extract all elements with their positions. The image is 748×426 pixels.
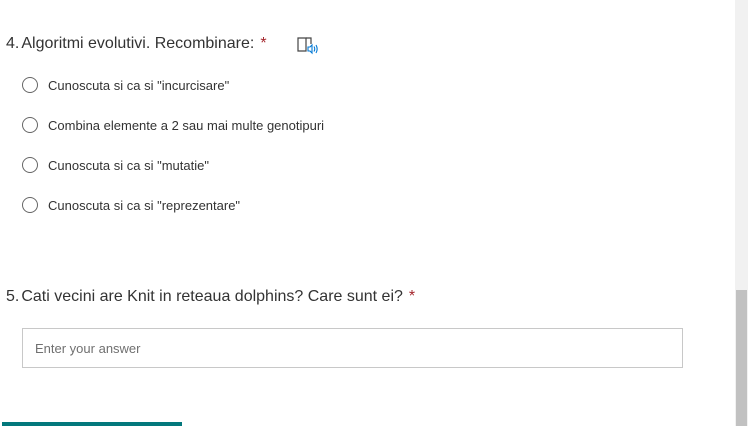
- option-radio-1[interactable]: Cunoscuta si ca si "incurcisare": [22, 74, 229, 96]
- vertical-scrollbar[interactable]: [735, 0, 748, 426]
- radio-button[interactable]: [22, 77, 38, 93]
- required-asterisk: *: [408, 288, 416, 305]
- scrollbar-thumb[interactable]: [736, 290, 747, 426]
- option-label: Combina elemente a 2 sau mai multe genot…: [48, 117, 325, 133]
- radio-button[interactable]: [22, 197, 38, 213]
- radio-button[interactable]: [22, 157, 38, 173]
- question-5-number: 5.: [6, 288, 20, 305]
- option-label: Cunoscuta si ca si "mutatie": [48, 157, 209, 173]
- question-4-title: 4. Algoritmi evolutivi. Recombinare: *: [6, 35, 267, 53]
- answer-input[interactable]: [22, 328, 683, 368]
- question-4-number: 4.: [6, 35, 20, 52]
- option-label: Cunoscuta si ca si "reprezentare": [48, 197, 241, 213]
- form-content: 4. Algoritmi evolutivi. Recombinare: * Cun…: [0, 0, 735, 426]
- option-radio-4[interactable]: Cunoscuta si ca si "reprezentare": [22, 194, 240, 216]
- immersive-reader-icon[interactable]: [296, 36, 318, 56]
- submit-button[interactable]: [2, 422, 182, 426]
- option-radio-2[interactable]: Combina elemente a 2 sau mai multe genot…: [22, 114, 324, 136]
- question-5-title: 5. Cati vecini are Knit in reteaua dolphi…: [6, 288, 415, 306]
- option-label: Cunoscuta si ca si "incurcisare": [48, 77, 230, 93]
- question-5-text: Cati vecini are Knit in reteaua dolphins…: [21, 288, 403, 305]
- radio-button[interactable]: [22, 117, 38, 133]
- required-asterisk: *: [260, 35, 267, 52]
- option-radio-3[interactable]: Cunoscuta si ca si "mutatie": [22, 154, 209, 176]
- question-4-text: Algoritmi evolutivi. Recombinare:: [21, 35, 255, 52]
